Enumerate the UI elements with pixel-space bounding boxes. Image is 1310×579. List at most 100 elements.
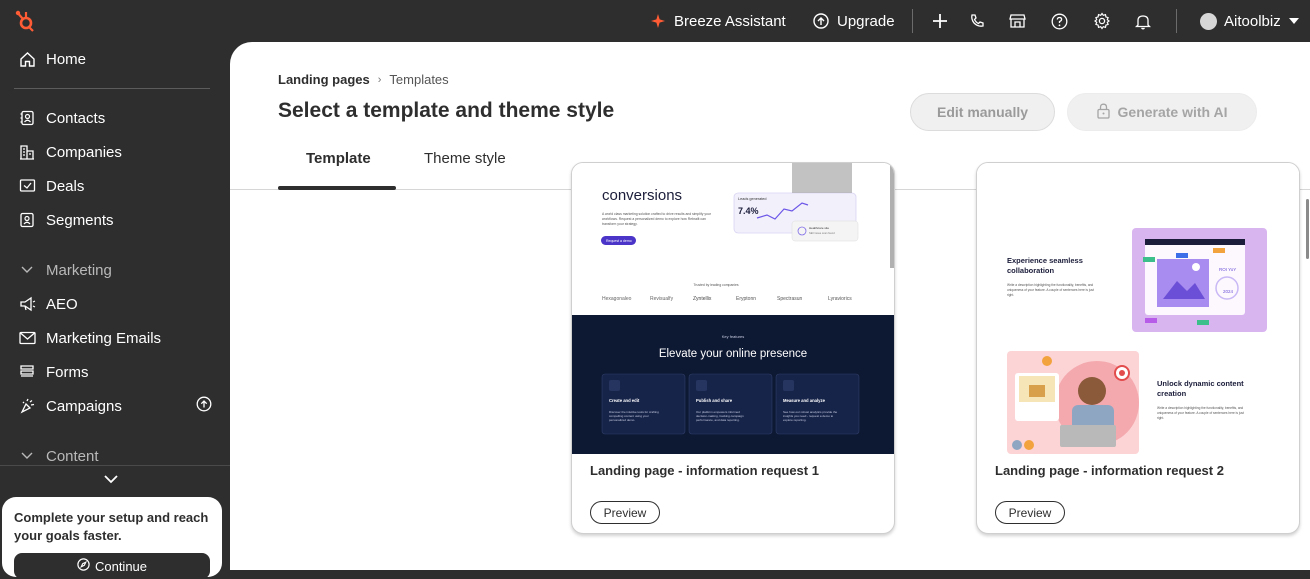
sidebar-item-label: Companies — [46, 143, 122, 161]
svg-text:SEO issue scan found: SEO issue scan found — [809, 231, 835, 235]
home-icon — [18, 50, 36, 68]
forms-icon — [18, 363, 36, 381]
top-navigation-bar: Breeze Assistant Upgrade Aitoolbiz — [0, 0, 1310, 42]
sidebar-item-contacts[interactable]: Contacts — [18, 105, 105, 131]
thumb-hero-text: A world class marketing solution crafted… — [602, 212, 712, 216]
email-icon — [18, 329, 36, 347]
sidebar-item-label: Marketing Emails — [46, 329, 162, 347]
thumb-logo: Lyraviorics — [828, 296, 852, 302]
thumb-logo: Revisualfy — [650, 296, 674, 302]
template-card[interactable]: conversions A world class marketing solu… — [571, 162, 895, 534]
thumb-logo: Eryptonn — [736, 296, 756, 302]
svg-text:uniqueness of your feature. A: uniqueness of your feature. A couple of … — [1157, 411, 1244, 415]
sidebar-item-home[interactable]: Home — [18, 46, 86, 72]
tab-template[interactable]: Template — [306, 150, 371, 167]
svg-text:Publish and share: Publish and share — [696, 398, 733, 403]
thumb-feature-card: Create and edit Discover the intuitive t… — [601, 373, 686, 435]
preview-button[interactable]: Preview — [590, 501, 660, 524]
aeo-icon — [18, 295, 36, 313]
upgrade-icon — [813, 13, 829, 29]
sidebar-item-segments[interactable]: Segments — [18, 207, 114, 233]
breeze-assistant-button[interactable]: Breeze Assistant — [650, 0, 786, 42]
svg-text:Experience seamless: Experience seamless — [1007, 256, 1083, 265]
deals-icon — [18, 177, 36, 195]
divider — [0, 465, 230, 466]
thumbnail-scrollbar[interactable] — [890, 163, 894, 268]
svg-text:right.: right. — [1007, 293, 1014, 297]
svg-text:Write a description highlighti: Write a description highlighting the fun… — [1007, 283, 1093, 287]
svg-text:personalized demo.: personalized demo. — [609, 418, 635, 422]
sidebar-section-marketing[interactable]: Marketing — [18, 257, 112, 283]
breadcrumb-separator-icon: › — [377, 73, 382, 86]
svg-text:creation: creation — [1157, 389, 1187, 398]
tab-bar: Template Theme style — [278, 150, 578, 190]
sidebar-item-forms[interactable]: Forms — [18, 359, 89, 385]
marketplace-icon[interactable] — [1009, 0, 1026, 42]
thumb-logo: Zyntellix — [693, 296, 712, 302]
divider — [14, 88, 210, 89]
sidebar-item-label: Segments — [46, 211, 114, 229]
template-thumbnail[interactable]: conversions A world class marketing solu… — [572, 163, 894, 454]
thumb-trusted-by: Trusted by leading companies — [693, 283, 738, 287]
upgrade-label: Upgrade — [837, 12, 895, 30]
tab-theme-style[interactable]: Theme style — [424, 150, 506, 167]
divider — [1176, 9, 1177, 33]
expand-sidebar-chevron-icon[interactable] — [103, 471, 119, 489]
template-name: Landing page - information request 2 — [995, 463, 1224, 478]
caret-down-icon — [1288, 18, 1299, 24]
sidebar-item-companies[interactable]: Companies — [18, 139, 122, 165]
active-tab-indicator — [278, 186, 396, 190]
preview-button[interactable]: Preview — [995, 501, 1065, 524]
svg-text:uniqueness of your feature. A: uniqueness of your feature. A couple of … — [1007, 288, 1094, 292]
sidebar-item-label: Home — [46, 50, 87, 68]
sidebar-item-label: Deals — [46, 177, 85, 195]
upgrade-icon[interactable] — [196, 396, 212, 416]
notifications-bell-icon[interactable] — [1135, 0, 1151, 42]
settings-gear-icon[interactable] — [1093, 0, 1111, 42]
edit-manually-button[interactable]: Edit manually — [910, 93, 1055, 131]
setup-prompt-card: Complete your setup and reach your goals… — [2, 497, 222, 579]
section-label: Content — [46, 447, 99, 465]
thumb-section-kicker: Key features — [722, 334, 744, 339]
template-thumbnail[interactable]: Experience seamless collaboration Write … — [977, 163, 1299, 454]
generate-with-ai-label: Generate with AI — [1117, 104, 1228, 120]
sidebar-item-campaigns[interactable]: Campaigns — [18, 393, 212, 419]
contacts-icon — [18, 109, 36, 127]
sidebar-item-label: Campaigns — [46, 397, 122, 415]
svg-text:Healthcare site: Healthcare site — [809, 226, 829, 230]
thumb-feature-card: Measure and analyze See how our robust a… — [775, 373, 860, 435]
create-plus-icon[interactable] — [932, 0, 948, 42]
thumb-cta: Request a demo — [606, 239, 632, 243]
page-scrollbar[interactable] — [1306, 199, 1309, 259]
chevron-down-icon — [18, 261, 36, 279]
breeze-assistant-label: Breeze Assistant — [674, 12, 786, 30]
svg-text:Measure and analyze: Measure and analyze — [783, 398, 826, 403]
breadcrumb-landing-pages[interactable]: Landing pages — [278, 72, 370, 87]
account-menu[interactable]: Aitoolbiz — [1200, 0, 1299, 42]
svg-text:explore reporting.: explore reporting. — [783, 418, 807, 422]
sidebar-item-marketing-emails[interactable]: Marketing Emails — [18, 325, 161, 351]
hubspot-logo-icon[interactable] — [12, 9, 36, 33]
compass-icon — [77, 558, 90, 574]
svg-text:Write a description highlighti: Write a description highlighting the fun… — [1157, 406, 1243, 410]
setup-text: Complete your setup and reach your goals… — [14, 510, 209, 543]
sidebar: Home Contacts Companies Deals Segments M… — [0, 42, 230, 570]
thumb-hero-heading: conversions — [602, 187, 682, 204]
sidebar-item-deals[interactable]: Deals — [18, 173, 84, 199]
continue-label: Continue — [94, 558, 148, 574]
main-content: Landing pages › Templates Select a templ… — [230, 42, 1310, 570]
template-card[interactable]: Experience seamless collaboration Write … — [976, 162, 1300, 534]
lock-icon — [1096, 103, 1110, 122]
generate-with-ai-button[interactable]: Generate with AI — [1067, 93, 1257, 131]
svg-text:performance, and data reportin: performance, and data reporting. — [696, 418, 740, 422]
help-icon[interactable] — [1051, 0, 1068, 42]
thumb-stat-label: Leads generated — [738, 197, 767, 201]
avatar — [1200, 12, 1217, 30]
phone-icon[interactable] — [969, 0, 985, 42]
sidebar-item-label: AEO — [46, 295, 78, 313]
breadcrumb-templates: Templates — [389, 72, 449, 87]
sidebar-item-aeo[interactable]: AEO — [18, 291, 78, 317]
thumb-feature-card: Publish and share Our platform empowers … — [688, 373, 773, 435]
upgrade-button[interactable]: Upgrade — [813, 0, 895, 42]
continue-button[interactable]: Continue — [14, 553, 210, 579]
